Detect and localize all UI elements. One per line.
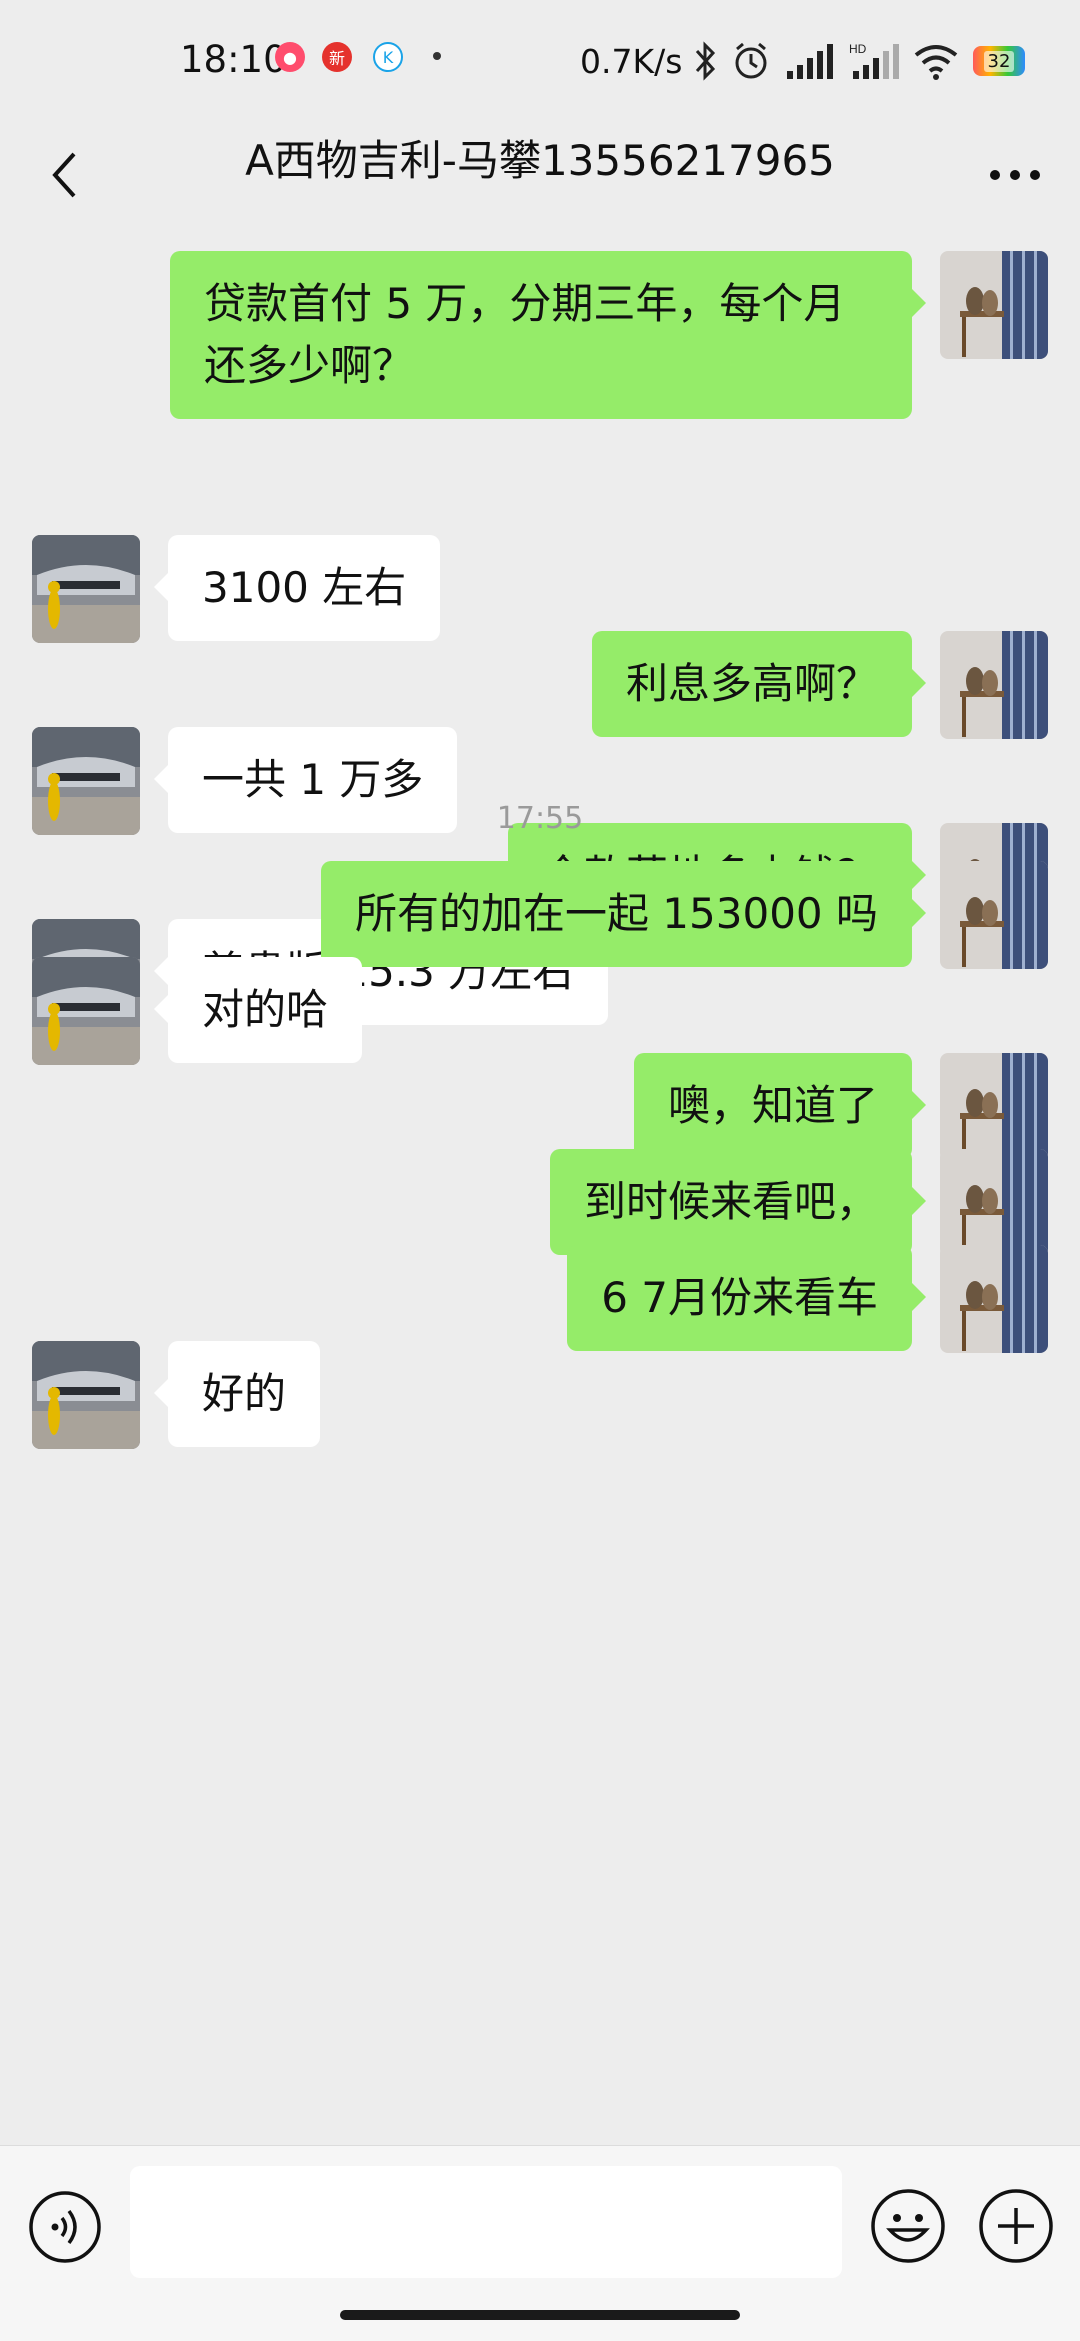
message-line: 噢，知道了 — [667, 1081, 878, 1130]
message-bubble[interactable]: 到时候来看吧， — [549, 1149, 927, 1255]
car-avatar-icon — [32, 1341, 140, 1449]
message-bubble[interactable]: 噢，知道了 — [633, 1053, 927, 1159]
app-icon-news: 新 — [322, 42, 352, 72]
message-line: 利息多高啊？ — [625, 659, 878, 708]
message-bubble[interactable]: 3100 左右 — [153, 535, 441, 641]
time-divider: 17:55 — [496, 801, 584, 836]
my-avatar[interactable] — [940, 861, 1048, 969]
more-icon — [990, 170, 1040, 180]
network-speed: 0.7K/s — [580, 42, 683, 81]
emoji-icon[interactable] — [870, 2188, 946, 2264]
message-line: 对的哈 — [202, 985, 329, 1034]
message-line: 6 7月份来看车 — [601, 1273, 878, 1322]
status-time: 18:10 — [180, 38, 287, 81]
cat-avatar-icon — [940, 1149, 1048, 1257]
message-bubble[interactable]: 对的哈 — [153, 957, 363, 1063]
status-bar: 18:10 ● 新 K 0.7K/s HD 32 — [0, 0, 1080, 125]
bluetooth-icon — [695, 41, 716, 81]
message-line: 贷款首付 5 万，分期三年，每个月 — [204, 279, 846, 328]
message-bubble[interactable]: 6 7月份来看车 — [567, 1245, 926, 1351]
my-avatar[interactable] — [940, 631, 1048, 739]
cat-avatar-icon — [940, 251, 1048, 359]
message-line: 3100 左右 — [202, 563, 407, 612]
message-bubble[interactable]: 利息多高啊？ — [591, 631, 927, 737]
app-icon-k: K — [373, 42, 403, 72]
wifi-icon — [914, 45, 958, 80]
chat-header: A西物吉利-马攀13556217965 — [0, 125, 1080, 225]
hd-signal-icon: HD — [849, 42, 899, 79]
my-avatar[interactable] — [940, 1053, 1048, 1161]
contact-avatar[interactable] — [32, 957, 140, 1065]
contact-avatar[interactable] — [32, 1341, 140, 1449]
car-avatar-icon — [32, 535, 140, 643]
cat-avatar-icon — [940, 861, 1048, 969]
message-input[interactable] — [130, 2166, 842, 2278]
app-icon-1: ● — [275, 42, 305, 72]
contact-avatar[interactable] — [32, 535, 140, 643]
status-right-icons: HD 32 — [695, 36, 1025, 86]
message-bubble[interactable]: 贷款首付 5 万，分期三年，每个月 还多少啊？ — [170, 251, 926, 419]
signal-icon — [787, 44, 833, 79]
cat-avatar-icon — [940, 631, 1048, 739]
message-bubble[interactable]: 好的 — [153, 1341, 321, 1447]
message-bubble[interactable]: 所有的加在一起 153000 吗 — [320, 861, 927, 967]
message-line: 所有的加在一起 153000 吗 — [354, 889, 878, 938]
cat-avatar-icon — [940, 1053, 1048, 1161]
message-line: 到时候来看吧， — [583, 1177, 878, 1226]
cat-avatar-icon — [940, 1245, 1048, 1353]
battery-level: 32 — [983, 50, 1015, 72]
chat-title: A西物吉利-马攀13556217965 — [245, 136, 835, 185]
message-line: 还多少啊？ — [204, 341, 415, 390]
car-avatar-icon — [32, 957, 140, 1065]
plus-icon[interactable] — [978, 2188, 1054, 2264]
more-button[interactable] — [980, 125, 1050, 225]
status-dot — [433, 52, 441, 60]
voice-icon[interactable] — [28, 2190, 102, 2264]
my-avatar[interactable] — [940, 1149, 1048, 1257]
message-line: 好的 — [202, 1369, 287, 1418]
home-indicator[interactable] — [340, 2310, 740, 2320]
alarm-icon — [735, 42, 767, 79]
my-avatar[interactable] — [940, 251, 1048, 359]
svg-text:HD: HD — [849, 42, 867, 56]
my-avatar[interactable] — [940, 1245, 1048, 1353]
message-list[interactable]: 贷款首付 5 万，分期三年，每个月 还多少啊？ 3100 左右 利息多高啊？ 一… — [0, 225, 1080, 2145]
battery-icon: 32 — [973, 46, 1025, 76]
